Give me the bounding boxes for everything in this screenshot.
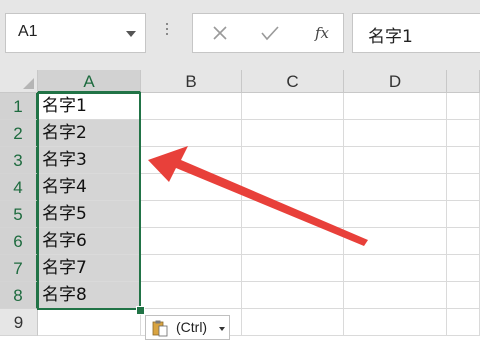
row-header-2[interactable]: 2 xyxy=(0,120,38,147)
chevron-down-icon[interactable] xyxy=(126,31,136,37)
cell-c7[interactable] xyxy=(242,255,344,282)
cell-c4[interactable] xyxy=(242,174,344,201)
formula-value: 名字1 xyxy=(368,27,413,47)
name-box[interactable]: A1 xyxy=(5,13,146,53)
cell-a3[interactable]: 名字3 xyxy=(38,147,141,174)
cell-e1[interactable] xyxy=(447,93,480,120)
cell-d9[interactable] xyxy=(344,309,447,336)
cell-d8[interactable] xyxy=(344,282,447,309)
cell-a5[interactable]: 名字5 xyxy=(38,201,141,228)
row-header-7[interactable]: 7 xyxy=(0,255,38,282)
row-header-3[interactable]: 3 xyxy=(0,147,38,174)
formula-bar: A1 fx 名字1 xyxy=(0,0,480,70)
cell-d5[interactable] xyxy=(344,201,447,228)
cell-a2[interactable]: 名字2 xyxy=(38,120,141,147)
cell-a8[interactable]: 名字8 xyxy=(38,282,141,309)
cell-c8[interactable] xyxy=(242,282,344,309)
cell-d1[interactable] xyxy=(344,93,447,120)
fill-handle[interactable] xyxy=(136,306,145,315)
formula-input[interactable]: 名字1 xyxy=(352,13,480,53)
column-header-e[interactable] xyxy=(447,70,480,93)
cell-c3[interactable] xyxy=(242,147,344,174)
column-header-d[interactable]: D xyxy=(344,70,447,93)
cell-b6[interactable] xyxy=(141,228,242,255)
caret-down-icon xyxy=(219,327,225,331)
enter-button[interactable] xyxy=(257,20,283,46)
cell-b3[interactable] xyxy=(141,147,242,174)
cell-e9[interactable] xyxy=(447,309,480,336)
cell-e4[interactable] xyxy=(447,174,480,201)
insert-function-button[interactable]: fx xyxy=(309,20,335,46)
paste-options-label: (Ctrl) xyxy=(176,319,208,335)
cell-b2[interactable] xyxy=(141,120,242,147)
row-header-8[interactable]: 8 xyxy=(0,282,38,309)
cell-d3[interactable] xyxy=(344,147,447,174)
more-dots-icon xyxy=(166,23,168,38)
paste-options-button[interactable]: (Ctrl) xyxy=(145,315,230,340)
select-all-button[interactable] xyxy=(0,70,38,93)
cell-b4[interactable] xyxy=(141,174,242,201)
cell-e8[interactable] xyxy=(447,282,480,309)
cell-c5[interactable] xyxy=(242,201,344,228)
column-header-a[interactable]: A xyxy=(38,70,141,93)
cell-a6[interactable]: 名字6 xyxy=(38,228,141,255)
cell-a7[interactable]: 名字7 xyxy=(38,255,141,282)
row-header-9[interactable]: 9 xyxy=(0,309,38,336)
check-icon xyxy=(261,26,279,41)
cell-d4[interactable] xyxy=(344,174,447,201)
cell-a9[interactable] xyxy=(38,309,141,336)
cell-b8[interactable] xyxy=(141,282,242,309)
cell-e5[interactable] xyxy=(447,201,480,228)
cell-b7[interactable] xyxy=(141,255,242,282)
cell-c2[interactable] xyxy=(242,120,344,147)
cancel-button[interactable] xyxy=(207,20,233,46)
cell-e6[interactable] xyxy=(447,228,480,255)
cell-d2[interactable] xyxy=(344,120,447,147)
row-header-6[interactable]: 6 xyxy=(0,228,38,255)
cell-d7[interactable] xyxy=(344,255,447,282)
cell-e3[interactable] xyxy=(447,147,480,174)
row-header-5[interactable]: 5 xyxy=(0,201,38,228)
row-header-1[interactable]: 1 xyxy=(0,93,38,120)
cell-c1[interactable] xyxy=(242,93,344,120)
cell-c9[interactable] xyxy=(242,309,344,336)
cell-b1[interactable] xyxy=(141,93,242,120)
cell-c6[interactable] xyxy=(242,228,344,255)
column-header-c[interactable]: C xyxy=(242,70,344,93)
cell-b5[interactable] xyxy=(141,201,242,228)
cell-a1[interactable]: 名字1 xyxy=(38,93,141,120)
cell-e7[interactable] xyxy=(447,255,480,282)
close-icon xyxy=(213,26,227,40)
spreadsheet-grid: A B C D 1 名字1 2 名字2 3 名字3 4 名字4 5 名字5 6 名字6 7 名字7 8 名字8 9 (Ct… xyxy=(0,70,480,345)
row-header-4[interactable]: 4 xyxy=(0,174,38,201)
cell-e2[interactable] xyxy=(447,120,480,147)
formula-buttons: fx xyxy=(192,13,344,53)
cell-a4[interactable]: 名字4 xyxy=(38,174,141,201)
column-header-b[interactable]: B xyxy=(141,70,242,93)
name-box-value: A1 xyxy=(18,23,38,40)
paste-clipboard-icon xyxy=(152,320,168,337)
cell-d6[interactable] xyxy=(344,228,447,255)
